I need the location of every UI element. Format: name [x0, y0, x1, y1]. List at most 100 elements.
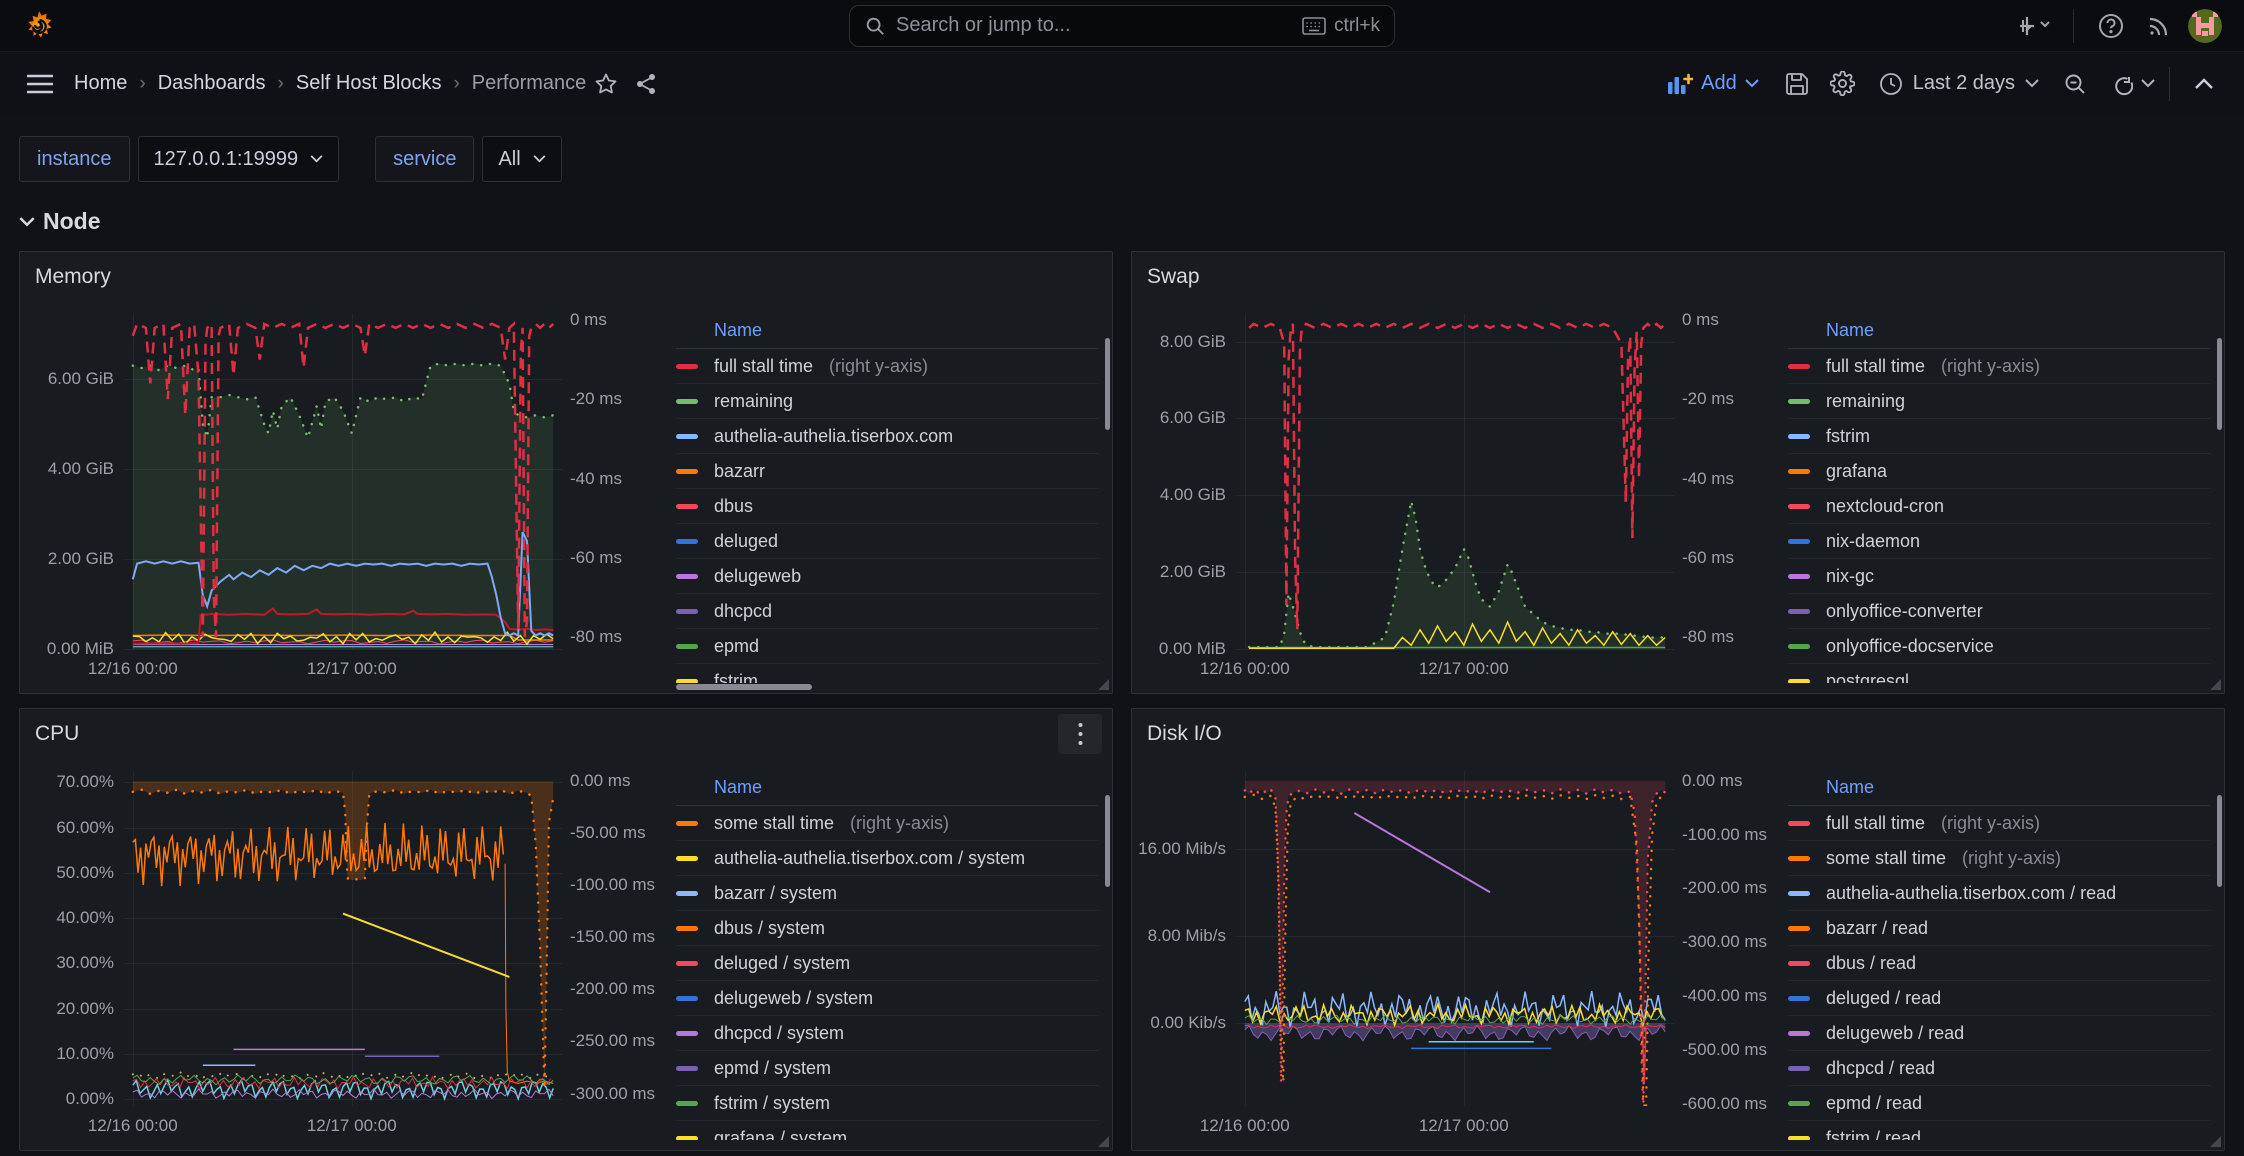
legend-row[interactable]: grafana: [1788, 454, 2210, 489]
legend-horizontal-scrollbar[interactable]: [676, 684, 812, 690]
legend-row[interactable]: full stall time (right y-axis): [676, 349, 1098, 384]
legend-row[interactable]: dhcpcd: [676, 594, 1098, 629]
legend-row[interactable]: fstrim / read: [1788, 1121, 2210, 1140]
legend-row[interactable]: grafana / system: [676, 1121, 1098, 1140]
panel-title: CPU: [35, 722, 79, 746]
panel-resize-handle[interactable]: [2210, 1136, 2221, 1147]
breadcrumb-item[interactable]: Dashboards: [158, 72, 266, 95]
legend-row[interactable]: epmd: [676, 629, 1098, 664]
legend-row[interactable]: full stall time (right y-axis): [1788, 349, 2210, 384]
legend-name-header[interactable]: Name: [676, 769, 1098, 806]
panel-menu-kebab-icon[interactable]: [1058, 714, 1102, 754]
legend-row[interactable]: nix-daemon: [1788, 524, 2210, 559]
legend-row[interactable]: deluged: [676, 524, 1098, 559]
collapse-toolbar-icon[interactable]: [2184, 64, 2224, 104]
legend-vertical-scrollbar[interactable]: [2217, 338, 2222, 430]
settings-gear-icon[interactable]: [1823, 64, 1863, 104]
chart: 8.00 GiB6.00 GiB4.00 GiB2.00 GiB0.00 MiB…: [1132, 298, 1778, 693]
panel-title: Swap: [1147, 265, 1200, 289]
legend-row[interactable]: fstrim / system: [676, 1086, 1098, 1121]
legend-row[interactable]: remaining: [1788, 384, 2210, 419]
menu-hamburger-icon[interactable]: [20, 64, 60, 104]
legend-row[interactable]: some stall time (right y-axis): [676, 806, 1098, 841]
panel-resize-handle[interactable]: [1098, 1136, 1109, 1147]
legend-series-swatch: [1788, 1031, 1810, 1036]
panel-header[interactable]: CPU: [20, 709, 1112, 755]
x-axis-tick-label: 12/17 00:00: [307, 1116, 397, 1136]
legend-name-header[interactable]: Name: [676, 312, 1098, 349]
refresh-button[interactable]: [2101, 64, 2155, 104]
panel-resize-handle[interactable]: [1098, 679, 1109, 690]
legend-row[interactable]: fstrim: [676, 664, 1098, 683]
legend-vertical-scrollbar[interactable]: [1105, 338, 1110, 430]
legend-row[interactable]: deluged / system: [676, 946, 1098, 981]
legend-row[interactable]: dhcpcd / system: [676, 1016, 1098, 1051]
legend-name-header[interactable]: Name: [1788, 312, 2210, 349]
panel-title: Memory: [35, 265, 111, 289]
legend-row[interactable]: remaining: [676, 384, 1098, 419]
legend-vertical-scrollbar[interactable]: [2217, 795, 2222, 887]
variable-service-picker[interactable]: All: [482, 136, 561, 182]
search-input[interactable]: [896, 14, 1292, 37]
help-icon[interactable]: [2092, 7, 2130, 45]
legend-row[interactable]: authelia-authelia.tiserbox.com / system: [676, 841, 1098, 876]
x-axis-tick-label: 12/16 00:00: [88, 659, 178, 679]
panel-resize-handle[interactable]: [2210, 679, 2221, 690]
legend-row[interactable]: bazarr: [676, 454, 1098, 489]
legend-row[interactable]: some stall time (right y-axis): [1788, 841, 2210, 876]
legend-row[interactable]: full stall time (right y-axis): [1788, 806, 2210, 841]
legend-row[interactable]: dhcpcd / read: [1788, 1051, 2210, 1086]
panel-header[interactable]: Disk I/O: [1132, 709, 2224, 755]
plot-area[interactable]: [124, 314, 562, 649]
legend-series-label: fstrim / system: [714, 1093, 830, 1114]
legend-row[interactable]: onlyoffice-converter: [1788, 594, 2210, 629]
legend-row[interactable]: fstrim: [1788, 419, 2210, 454]
variable-instance-picker[interactable]: 127.0.0.1:19999: [138, 136, 340, 182]
add-panel-button[interactable]: Add: [1655, 72, 1771, 95]
share-icon[interactable]: [626, 64, 666, 104]
panel-header[interactable]: Swap: [1132, 252, 2224, 298]
variable-service-label: service: [375, 136, 474, 182]
legend-row[interactable]: authelia-authelia.tiserbox.com: [676, 419, 1098, 454]
add-new-button[interactable]: [2017, 7, 2055, 45]
row-node-header[interactable]: Node: [0, 182, 2244, 251]
legend-row[interactable]: deluged / read: [1788, 981, 2210, 1016]
legend-row[interactable]: dbus / read: [1788, 946, 2210, 981]
legend-row[interactable]: bazarr / system: [676, 876, 1098, 911]
legend-row[interactable]: delugeweb / system: [676, 981, 1098, 1016]
legend-series-label: grafana: [1826, 461, 1887, 482]
news-rss-icon[interactable]: [2140, 7, 2178, 45]
y-axis-tick-label: 0.00 MiB: [47, 639, 114, 659]
panel-header[interactable]: Memory: [20, 252, 1112, 298]
time-range-picker[interactable]: Last 2 days: [1869, 72, 2049, 96]
global-search[interactable]: ctrl+k: [849, 5, 1395, 47]
legend-row[interactable]: delugeweb: [676, 559, 1098, 594]
plot-area[interactable]: [1236, 771, 1674, 1106]
plot-area[interactable]: [124, 771, 562, 1106]
legend-row[interactable]: bazarr / read: [1788, 911, 2210, 946]
zoom-out-icon[interactable]: [2055, 64, 2095, 104]
series-line: [133, 823, 504, 886]
legend-row[interactable]: nextcloud-cron: [1788, 489, 2210, 524]
y-axis-tick-label: -60 ms: [570, 548, 622, 568]
legend-series-swatch: [676, 1136, 698, 1141]
breadcrumb-item[interactable]: Self Host Blocks: [296, 72, 442, 95]
legend-row[interactable]: dbus: [676, 489, 1098, 524]
save-dashboard-icon[interactable]: [1777, 64, 1817, 104]
legend-vertical-scrollbar[interactable]: [1105, 795, 1110, 887]
legend-row[interactable]: onlyoffice-docservice: [1788, 629, 2210, 664]
legend-name-header[interactable]: Name: [1788, 769, 2210, 806]
legend-row[interactable]: dbus / system: [676, 911, 1098, 946]
legend-row[interactable]: authelia-authelia.tiserbox.com / read: [1788, 876, 2210, 911]
legend-row[interactable]: delugeweb / read: [1788, 1016, 2210, 1051]
breadcrumb-item[interactable]: Home: [74, 72, 127, 95]
favorite-star-icon[interactable]: [586, 64, 626, 104]
grafana-logo[interactable]: [22, 9, 56, 43]
y-axis-right: 0 ms-20 ms-40 ms-60 ms-80 ms: [1674, 314, 1778, 649]
plot-area[interactable]: [1236, 314, 1674, 649]
legend-row[interactable]: nix-gc: [1788, 559, 2210, 594]
user-avatar[interactable]: [2188, 9, 2222, 43]
legend-row[interactable]: postgresql: [1788, 664, 2210, 683]
legend-row[interactable]: epmd / read: [1788, 1086, 2210, 1121]
legend-row[interactable]: epmd / system: [676, 1051, 1098, 1086]
